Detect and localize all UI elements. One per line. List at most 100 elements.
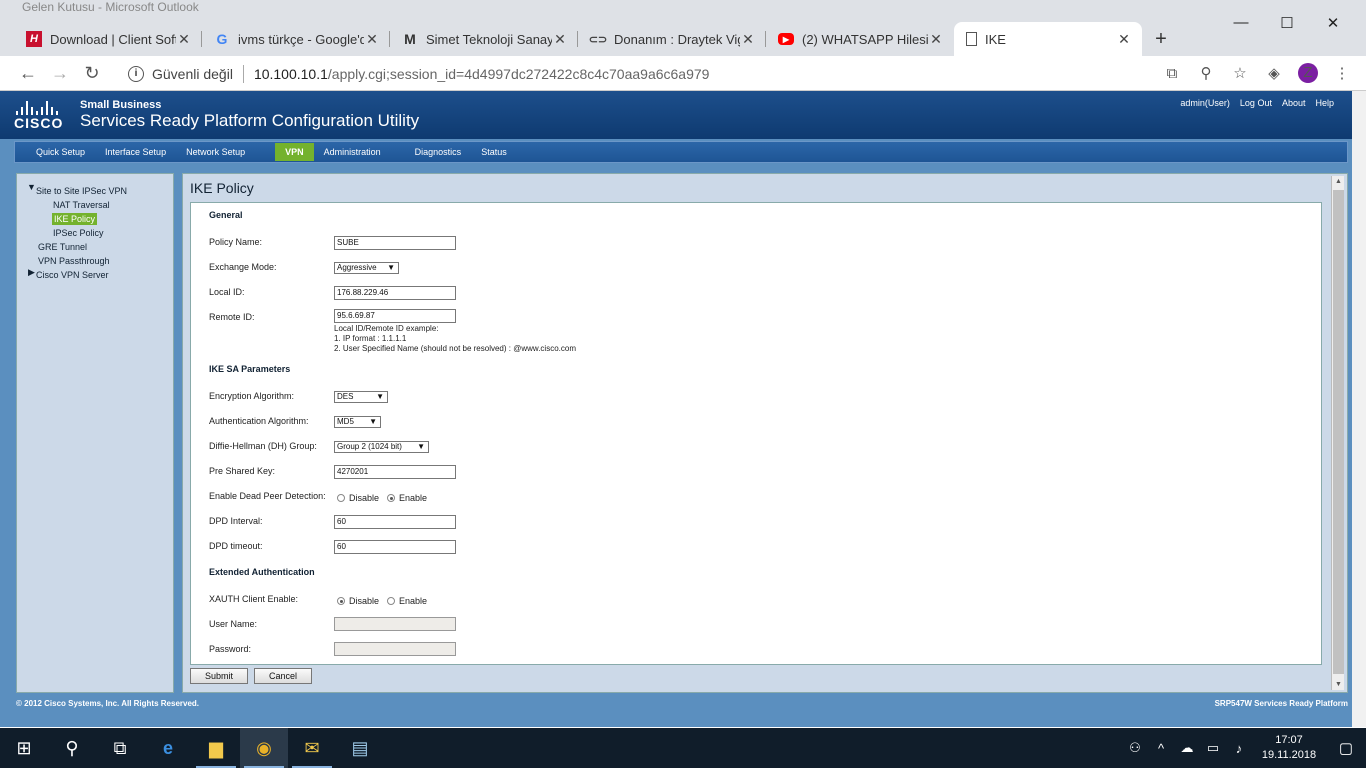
page-scrollbar[interactable] xyxy=(1352,91,1366,727)
xauth-enable-radio[interactable]: Enable xyxy=(387,596,427,606)
collapsed-arrow-icon[interactable]: ▶ xyxy=(28,267,35,278)
close-window-icon[interactable]: ✕ xyxy=(1310,14,1356,32)
toolbar-actions: ⧉ ⚲ ☆ ◈ Z ⋮ xyxy=(1162,63,1352,83)
volume-icon[interactable]: ♪ xyxy=(1226,741,1252,756)
close-icon[interactable]: ✕ xyxy=(552,31,568,48)
tab-simet[interactable]: M Simet Teknoloji Sanayi ✕ xyxy=(390,22,578,56)
menu-icon[interactable]: ⋮ xyxy=(1332,64,1352,82)
zoom-icon[interactable]: ⚲ xyxy=(1196,64,1216,82)
exchange-mode-value: Aggressive xyxy=(337,263,377,272)
cancel-button[interactable]: Cancel xyxy=(254,668,312,684)
remote-id-input[interactable]: 95.6.69.87 xyxy=(334,309,456,323)
policy-name-input[interactable]: SUBE xyxy=(334,236,456,250)
scroll-down-icon[interactable]: ▼ xyxy=(1332,681,1345,688)
close-icon[interactable]: ✕ xyxy=(176,31,192,48)
content-scrollbar[interactable]: ▲ ▼ xyxy=(1331,176,1344,690)
logout-link[interactable]: Log Out xyxy=(1240,98,1272,108)
sidebar-item-cisco-vpn-server[interactable]: Cisco VPN Server xyxy=(36,270,109,280)
radio-dot xyxy=(387,494,395,502)
system-tray: ⚇ ^ ☁ ▭ ♪ 17:07 19.11.2018 ▢ xyxy=(1122,728,1366,768)
sidebar-item-vpn-passthrough[interactable]: VPN Passthrough xyxy=(38,256,110,266)
back-icon[interactable]: ← xyxy=(12,63,44,84)
sidebar-item-nat-traversal[interactable]: NAT Traversal xyxy=(53,200,110,210)
outlook-icon[interactable]: ✉ xyxy=(288,728,336,768)
auth-select[interactable]: MD5 ▼ xyxy=(334,416,381,428)
dpd-disable-radio[interactable]: Disable xyxy=(337,493,379,503)
nav-diagnostics[interactable]: Diagnostics xyxy=(401,143,482,161)
close-icon[interactable]: ✕ xyxy=(740,31,756,48)
tab-download[interactable]: H Download | Client Softw ✕ xyxy=(14,22,202,56)
tab-ike[interactable]: IKE ✕ xyxy=(954,22,1142,56)
password-input[interactable] xyxy=(334,642,456,656)
dpd-enable-option-label: Enable xyxy=(399,493,428,503)
profile-avatar[interactable]: Z xyxy=(1298,63,1318,83)
info-icon[interactable]: i xyxy=(128,66,144,82)
xauth-disable-radio[interactable]: Disable xyxy=(337,596,379,606)
clock[interactable]: 17:07 19.11.2018 xyxy=(1252,733,1326,763)
id-example-note: Local ID/Remote ID example: xyxy=(334,324,439,333)
sidebar-item-ipsec-policy[interactable]: IPSec Policy xyxy=(53,228,104,238)
dpd-interval-label: DPD Interval: xyxy=(209,516,263,526)
close-icon[interactable]: ✕ xyxy=(1116,31,1132,48)
nav-vpn[interactable]: VPN xyxy=(275,143,314,161)
onedrive-icon[interactable]: ☁ xyxy=(1174,740,1200,756)
tab-title: (2) WHATSAPP Hilesi 20 xyxy=(802,31,928,47)
windows-start-icon[interactable]: ⊞ xyxy=(0,728,48,768)
cisco-page: CISCO Small Business Services Ready Plat… xyxy=(0,91,1352,727)
username-input[interactable] xyxy=(334,617,456,631)
sidebar-item-site-to-site[interactable]: Site to Site IPSec VPN xyxy=(36,186,127,196)
local-id-input[interactable]: 176.88.229.46 xyxy=(334,286,456,300)
tab-donanim[interactable]: ⊂⊃ Donanım : Draytek Vigo ✕ xyxy=(578,22,766,56)
close-icon[interactable]: ✕ xyxy=(928,31,944,48)
tab-google[interactable]: G ivms türkçe - Google'da ✕ xyxy=(202,22,390,56)
about-link[interactable]: About xyxy=(1282,98,1306,108)
help-link[interactable]: Help xyxy=(1315,98,1334,108)
network-icon[interactable]: ▭ xyxy=(1200,740,1226,756)
search-icon[interactable]: ⚲ xyxy=(48,728,96,768)
expanded-arrow-icon[interactable]: ▼ xyxy=(27,182,36,192)
chevron-up-icon[interactable]: ^ xyxy=(1148,741,1174,756)
close-icon[interactable]: ✕ xyxy=(364,31,380,48)
nav-administration[interactable]: Administration xyxy=(324,143,401,161)
password-label: Password: xyxy=(209,644,252,654)
dh-group-select[interactable]: Group 2 (1024 bit) ▼ xyxy=(334,441,429,453)
sidebar-item-ike-policy[interactable]: IKE Policy xyxy=(52,213,98,225)
reload-icon[interactable]: ↻ xyxy=(76,63,108,84)
tab-youtube[interactable]: ▶ (2) WHATSAPP Hilesi 20 ✕ xyxy=(766,22,954,56)
submit-button[interactable]: Submit xyxy=(190,668,248,684)
notepad-icon[interactable]: ▤ xyxy=(336,728,384,768)
task-view-icon[interactable]: ⧉ xyxy=(96,728,144,768)
dropdown-arrow-icon: ▼ xyxy=(387,263,395,272)
sidebar-item-gre-tunnel[interactable]: GRE Tunnel xyxy=(38,242,87,252)
forward-icon[interactable]: → xyxy=(44,63,76,84)
username-label: User Name: xyxy=(209,619,258,629)
exchange-mode-label: Exchange Mode: xyxy=(209,262,277,272)
file-explorer-icon[interactable]: ▆ xyxy=(192,728,240,768)
notification-icon[interactable]: ▢ xyxy=(1326,739,1366,757)
chrome-icon[interactable]: ◉ xyxy=(240,728,288,768)
xauth-label: XAUTH Client Enable: xyxy=(209,594,299,604)
dpd-timeout-input[interactable]: 60 xyxy=(334,540,456,554)
scroll-thumb[interactable] xyxy=(1333,190,1344,674)
extension-icon[interactable]: ◈ xyxy=(1264,64,1284,82)
tab-title: ivms türkçe - Google'da xyxy=(238,31,364,47)
exchange-mode-select[interactable]: Aggressive ▼ xyxy=(334,262,399,274)
dpd-interval-input[interactable]: 60 xyxy=(334,515,456,529)
edge-icon[interactable]: e xyxy=(144,728,192,768)
nav-quick-setup[interactable]: Quick Setup xyxy=(15,143,105,161)
nav-network-setup[interactable]: Network Setup xyxy=(186,143,265,161)
psk-input[interactable]: 4270201 xyxy=(334,465,456,479)
translate-icon[interactable]: ⧉ xyxy=(1162,65,1182,82)
nav-interface-setup[interactable]: Interface Setup xyxy=(105,143,186,161)
nav-status[interactable]: Status xyxy=(481,143,527,161)
new-tab-button[interactable]: + xyxy=(1146,22,1176,56)
address-bar[interactable]: i Güvenli değil 10.100.10.1 /apply.cgi;s… xyxy=(118,60,1230,88)
dpd-enable-radio[interactable]: Enable xyxy=(387,493,427,503)
star-icon[interactable]: ☆ xyxy=(1230,64,1250,82)
maximize-icon[interactable]: ☐ xyxy=(1264,14,1310,32)
encryption-select[interactable]: DES ▼ xyxy=(334,391,388,403)
people-icon[interactable]: ⚇ xyxy=(1122,740,1148,756)
auth-label: Authentication Algorithm: xyxy=(209,416,309,426)
scroll-up-icon[interactable]: ▲ xyxy=(1332,178,1345,185)
minimize-icon[interactable]: — xyxy=(1218,14,1264,32)
